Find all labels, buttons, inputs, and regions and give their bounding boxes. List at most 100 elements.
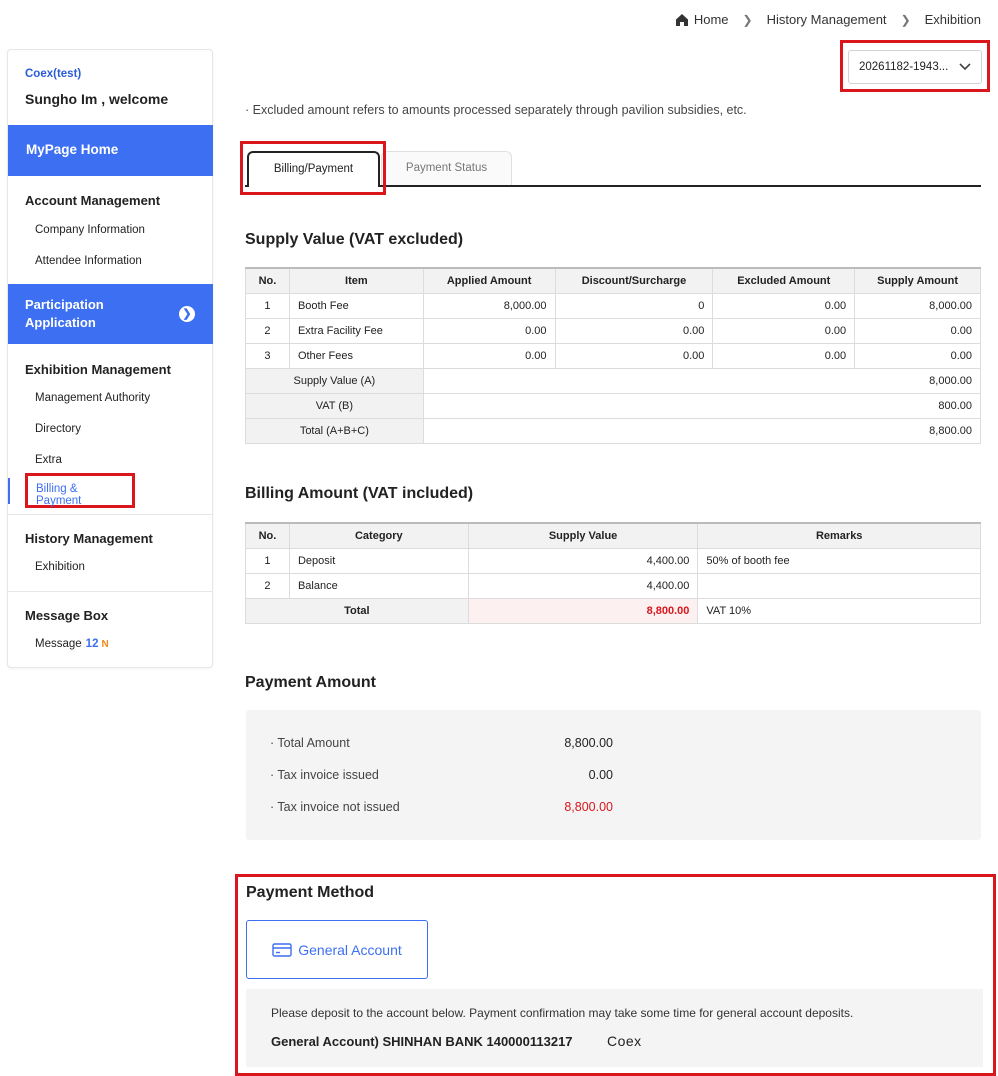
table-cell: 1: [245, 547, 290, 574]
sidebar-section-message: Message Box: [25, 608, 109, 623]
table-cell: 0.00: [854, 342, 981, 369]
table-cell: 4,400.00: [467, 547, 699, 574]
deposit-account: General Account) SHINHAN BANK 1400001132…: [271, 1034, 573, 1049]
column-header: Item: [288, 267, 424, 294]
sidebar-item-directory[interactable]: Directory: [35, 423, 81, 435]
sidebar-item-participation-application[interactable]: Participation Application ❯: [8, 284, 213, 344]
total-value: 8,800.00: [467, 597, 699, 624]
payment-amount-title: Payment Amount: [245, 674, 376, 691]
sidebar-item-mypage-home[interactable]: MyPage Home: [8, 125, 213, 176]
sidebar-section-history: History Management: [25, 531, 153, 546]
total-amount-label: · Total Amount: [270, 736, 350, 750]
table-cell: 0.00: [712, 317, 856, 344]
table-row: 1 Deposit 4,400.00 50% of booth fee: [245, 547, 981, 574]
tab-payment-status[interactable]: Payment Status: [381, 151, 512, 185]
tax-invoice-issued-label: · Tax invoice issued: [270, 768, 379, 782]
table-row: 2 Balance 4,400.00: [245, 572, 981, 599]
chevron-right-circle-icon: ❯: [179, 306, 195, 322]
tax-invoice-not-issued-value: 8,800.00: [564, 800, 613, 814]
summary-row: Total (A+B+C) 8,800.00: [245, 417, 982, 444]
total-remark: VAT 10%: [697, 597, 981, 624]
sidebar-item-exhibition[interactable]: Exhibition: [35, 561, 85, 573]
table-cell: Deposit: [288, 547, 469, 574]
total-row: Total 8,800.00 VAT 10%: [245, 597, 981, 624]
participation-label: Participation Application: [25, 297, 104, 330]
table-cell: 0.00: [422, 317, 556, 344]
sidebar-item-billing-payment[interactable]: Billing & Payment: [25, 473, 135, 508]
table-cell: 2: [245, 572, 290, 599]
table-cell: 8,000.00: [854, 292, 981, 319]
column-header: Excluded Amount: [712, 267, 856, 294]
column-header: Discount/Surcharge: [554, 267, 714, 294]
card-icon: [272, 942, 292, 957]
deposit-info-box: Please deposit to the account below. Pay…: [246, 989, 983, 1067]
table-cell: 0.00: [554, 317, 714, 344]
billing-amount-title: Billing Amount (VAT included): [245, 485, 474, 502]
sidebar-item-message[interactable]: Message 12 N: [35, 638, 109, 650]
summary-value: 8,800.00: [422, 417, 982, 444]
tab-highlight: Billing/Payment: [240, 141, 386, 195]
sidebar-item-company-information[interactable]: Company Information: [35, 224, 145, 236]
table-cell: 3: [245, 342, 290, 369]
active-indicator: [8, 478, 10, 504]
table-cell: 2: [245, 317, 290, 344]
sidebar-section-account: Account Management: [25, 193, 161, 208]
summary-row: Supply Value (A) 8,000.00: [245, 367, 982, 394]
sidebar-item-extra[interactable]: Extra: [35, 454, 62, 466]
chevron-right-icon: ❯: [742, 12, 753, 27]
table-cell: 1: [245, 292, 290, 319]
billing-amount-table: No. Category Supply Value Remarks 1 Depo…: [245, 522, 981, 624]
payment-method-title: Payment Method: [246, 884, 375, 901]
tax-invoice-not-issued-label: · Tax invoice not issued: [270, 800, 400, 814]
column-header: No.: [245, 267, 290, 294]
table-row: 2 Extra Facility Fee 0.00 0.00 0.00 0.00: [245, 317, 981, 344]
table-cell: Balance: [288, 572, 469, 599]
table-header-row: No. Category Supply Value Remarks: [245, 522, 981, 549]
breadcrumb-history-management[interactable]: History Management: [767, 12, 887, 27]
account-holder: Coex: [607, 1033, 642, 1049]
table-cell: [697, 572, 981, 599]
summary-label: Total (A+B+C): [245, 417, 424, 444]
deposit-note: Please deposit to the account below. Pay…: [271, 1006, 854, 1020]
excluded-amount-notice: · Excluded amount refers to amounts proc…: [245, 103, 747, 117]
tax-invoice-issued-value: 0.00: [588, 768, 613, 782]
new-badge: N: [101, 639, 109, 650]
supply-value-table: No. Item Applied Amount Discount/Surchar…: [245, 267, 982, 444]
chevron-right-icon: ❯: [900, 12, 911, 27]
general-account-label: General Account: [298, 941, 402, 958]
table-row: 1 Booth Fee 8,000.00 0 0.00 8,000.00: [245, 292, 981, 319]
column-header: Supply Value: [467, 522, 699, 549]
welcome-text: Sungho Im , welcome: [25, 91, 169, 107]
tab-billing-payment[interactable]: Billing/Payment: [247, 151, 380, 187]
payment-method-section: Payment Method General Account Please de…: [235, 874, 996, 1076]
event-select[interactable]: 20261182-1943...: [848, 50, 982, 84]
column-header: Supply Amount: [854, 267, 981, 294]
summary-value: 8,000.00: [422, 367, 982, 394]
divider: [8, 514, 213, 515]
table-cell: Other Fees: [288, 342, 424, 369]
divider: [8, 591, 213, 592]
sidebar-item-management-authority[interactable]: Management Authority: [35, 392, 150, 404]
breadcrumb-home[interactable]: Home: [694, 12, 729, 27]
column-header: Applied Amount: [422, 267, 556, 294]
table-cell: 4,400.00: [467, 572, 699, 599]
table-cell: 0: [554, 292, 714, 319]
message-label: Message: [35, 638, 82, 650]
summary-label: Supply Value (A): [245, 367, 424, 394]
payment-amount-box: · Total Amount 8,800.00 · Tax invoice is…: [246, 710, 981, 840]
table-cell: Extra Facility Fee: [288, 317, 424, 344]
sidebar-item-attendee-information[interactable]: Attendee Information: [35, 255, 142, 267]
company-name: Coex(test): [25, 68, 82, 80]
table-header-row: No. Item Applied Amount Discount/Surchar…: [245, 267, 981, 294]
table-cell: 8,000.00: [422, 292, 556, 319]
home-icon: [675, 13, 688, 26]
event-select-value: 20261182-1943...: [859, 61, 949, 73]
general-account-button[interactable]: General Account: [246, 920, 428, 979]
table-cell: 0.00: [554, 342, 714, 369]
breadcrumb-exhibition: Exhibition: [924, 12, 981, 27]
event-select-highlight: 20261182-1943...: [840, 40, 990, 92]
table-cell: 50% of booth fee: [697, 547, 981, 574]
total-label: Total: [245, 597, 469, 624]
table-cell: Booth Fee: [288, 292, 424, 319]
table-cell: 0.00: [712, 292, 856, 319]
